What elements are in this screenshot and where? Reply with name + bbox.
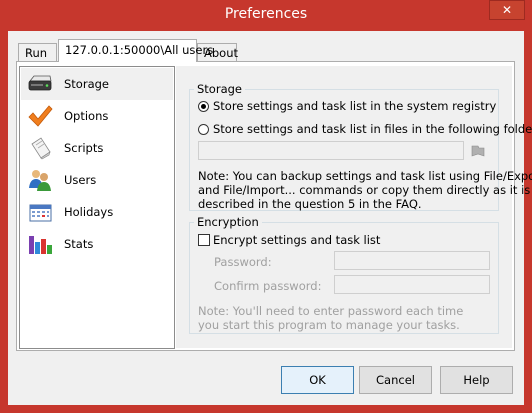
- help-button[interactable]: Help: [440, 366, 513, 394]
- password-input[interactable]: [334, 251, 490, 270]
- sidebar-item-scripts[interactable]: Scripts: [21, 132, 173, 164]
- sidebar-item-storage[interactable]: Storage: [21, 68, 173, 100]
- storage-note-line: and File/Import... commands or copy them…: [198, 183, 531, 197]
- title-bar[interactable]: Preferences ✕: [0, 0, 532, 30]
- files-option-label[interactable]: Store settings and task list in files in…: [213, 122, 532, 136]
- encryption-note-line: you start this program to manage your ta…: [198, 318, 460, 332]
- tab-label: Run: [25, 46, 48, 60]
- encryption-note-line: Note: You'll need to enter password each…: [198, 304, 464, 318]
- sidebar-item-holidays[interactable]: Holidays: [21, 196, 173, 228]
- confirm-password-input[interactable]: [334, 275, 490, 294]
- tab-run[interactable]: Run: [18, 43, 57, 61]
- script-icon: [31, 137, 51, 160]
- folder-path-input[interactable]: [198, 141, 464, 160]
- ok-button[interactable]: OK: [281, 366, 354, 394]
- close-icon: ✕: [501, 3, 513, 17]
- calendar-icon: [29, 204, 52, 222]
- close-button[interactable]: ✕: [489, 0, 525, 20]
- cancel-button[interactable]: Cancel: [359, 366, 432, 394]
- sidebar-item-label: Scripts: [64, 141, 104, 155]
- sidebar-item-label: Stats: [64, 237, 94, 251]
- confirm-password-label: Confirm password:: [214, 279, 322, 293]
- sidebar-item-label: Holidays: [64, 205, 114, 219]
- sidebar-item-users[interactable]: Users: [21, 164, 173, 196]
- hard-drive-icon: [28, 75, 52, 91]
- storage-note-line: described in the question 5 in the FAQ.: [198, 197, 422, 211]
- tab-all-users[interactable]: 127.0.0.1:50000\All users: [58, 39, 213, 62]
- sidebar-item-stats[interactable]: Stats: [21, 228, 173, 260]
- sidebar-item-label: Storage: [64, 77, 109, 91]
- password-label: Password:: [214, 255, 272, 269]
- sidebar-item-label: Options: [64, 109, 109, 123]
- bar-chart-icon: [29, 236, 52, 254]
- files-radio[interactable]: [198, 124, 209, 135]
- folder-icon[interactable]: [470, 144, 486, 158]
- encrypt-checkbox-label[interactable]: Encrypt settings and task list: [213, 233, 380, 247]
- tab-label: 127.0.0.1:50000\All users: [65, 43, 214, 57]
- checkmark-icon: [28, 105, 53, 127]
- registry-radio[interactable]: [198, 101, 209, 112]
- registry-option-label[interactable]: Store settings and task list in the syst…: [213, 99, 496, 113]
- encryption-group-legend: Encryption: [194, 215, 262, 229]
- users-icon: [29, 170, 51, 191]
- storage-settings-panel: Storage Store settings and task list in …: [176, 66, 532, 348]
- sidebar-item-label: Users: [64, 173, 97, 187]
- storage-note-line: Note: You can backup settings and task l…: [198, 169, 532, 183]
- category-sidebar: Storage Options Scripts Users Holidays S…: [19, 66, 175, 349]
- storage-group-legend: Storage: [194, 82, 245, 96]
- encrypt-checkbox[interactable]: [198, 234, 210, 246]
- sidebar-item-options[interactable]: Options: [21, 100, 173, 132]
- window-title: Preferences: [224, 6, 308, 22]
